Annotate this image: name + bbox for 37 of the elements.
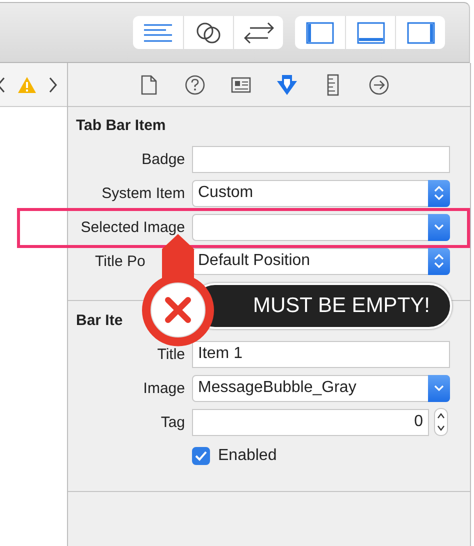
section-title: Tab Bar Item <box>76 116 166 134</box>
updown-icon <box>434 253 444 269</box>
section-title: Bar Ite <box>76 312 123 328</box>
circles-icon <box>196 22 222 44</box>
chevron-down-icon <box>434 223 444 231</box>
panel-icon <box>306 22 334 44</box>
combo-box[interactable] <box>192 214 450 240</box>
text-field[interactable]: Item 1 <box>192 340 450 368</box>
stepper-icon[interactable] <box>434 408 448 436</box>
enabled-checkbox[interactable]: Enabled <box>192 447 277 465</box>
identity-icon <box>231 76 251 92</box>
text-field[interactable] <box>192 146 450 172</box>
arrows-icon <box>244 22 274 44</box>
field-label: Image <box>143 380 185 396</box>
attributes-icon <box>276 74 298 96</box>
field-label: Badge <box>142 150 185 168</box>
ruler-icon <box>327 74 339 96</box>
checkbox-label: Enabled <box>218 447 277 465</box>
lines-icon <box>144 22 172 42</box>
combo-box[interactable]: MessageBubble_Gray <box>192 374 450 402</box>
field-label: Title Po <box>95 252 146 270</box>
checkbox[interactable] <box>192 447 210 465</box>
field-label: Title <box>157 346 185 362</box>
file-icon <box>141 74 157 94</box>
panel-icon <box>406 22 434 44</box>
popup-button[interactable]: Custom <box>192 180 450 206</box>
chevron-right-icon[interactable] <box>49 76 57 92</box>
field-label: Selected Image <box>80 218 185 236</box>
panel-icon <box>356 22 384 44</box>
arrow-circle-icon <box>369 74 389 94</box>
number-field[interactable]: 0 <box>192 408 429 436</box>
help-icon <box>185 74 205 94</box>
updown-icon <box>434 185 444 201</box>
field-label: Tag <box>160 414 185 430</box>
field-label: System Item <box>102 184 185 202</box>
chevron-down-icon <box>434 384 444 392</box>
popup-button[interactable]: Default Position <box>192 248 450 274</box>
